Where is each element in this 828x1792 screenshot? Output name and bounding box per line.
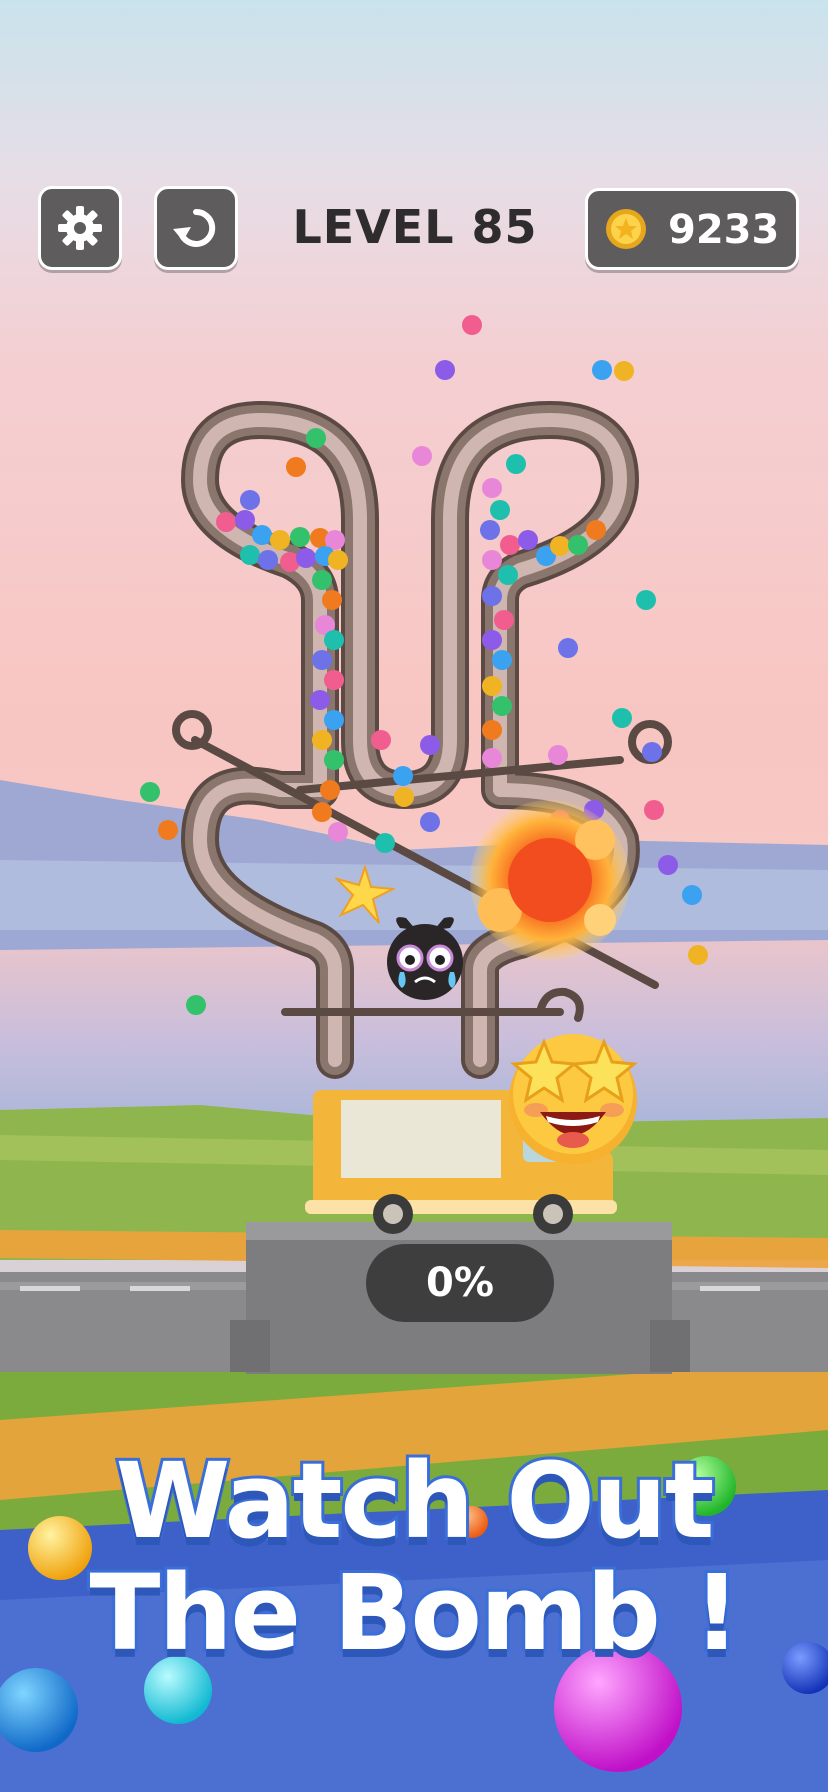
headline-line-2: The Bomb ! xyxy=(87,1549,744,1677)
ball xyxy=(296,548,316,568)
ball xyxy=(324,670,344,690)
ball xyxy=(462,315,482,335)
ball xyxy=(312,802,332,822)
ball xyxy=(592,360,612,380)
ball xyxy=(482,630,502,650)
level-title: LEVEL 85 xyxy=(292,200,538,254)
ball xyxy=(644,800,664,820)
ball xyxy=(490,500,510,520)
headline-line-1: Watch Out xyxy=(113,1437,718,1565)
ball xyxy=(216,512,236,532)
ball xyxy=(682,885,702,905)
ball xyxy=(235,510,255,530)
ball xyxy=(482,748,502,768)
ball xyxy=(612,708,632,728)
ball xyxy=(642,742,662,762)
ball xyxy=(270,530,290,550)
ball xyxy=(482,478,502,498)
ball xyxy=(322,590,342,610)
ball xyxy=(375,833,395,853)
ball xyxy=(393,766,413,786)
ball xyxy=(240,545,260,565)
ball xyxy=(492,696,512,716)
ball xyxy=(258,550,278,570)
ball xyxy=(558,638,578,658)
ball xyxy=(140,782,160,802)
coin-counter: 9233 xyxy=(585,188,799,270)
ball xyxy=(312,650,332,670)
ball xyxy=(492,650,512,670)
ball xyxy=(586,520,606,540)
ball xyxy=(371,730,391,750)
ball xyxy=(688,945,708,965)
ball xyxy=(324,710,344,730)
ball xyxy=(480,520,500,540)
ball xyxy=(494,610,514,630)
ball xyxy=(482,586,502,606)
ball xyxy=(482,676,502,696)
restart-button[interactable] xyxy=(154,186,238,270)
ball xyxy=(306,428,326,448)
ball xyxy=(328,550,348,570)
ball xyxy=(240,490,260,510)
game-scene: LEVEL 85 9233 0% Watch Out The Bomb ! xyxy=(0,0,828,1792)
ball xyxy=(482,550,502,570)
ball xyxy=(310,690,330,710)
progress-label: 0% xyxy=(426,1260,494,1306)
ball xyxy=(500,535,520,555)
ball xyxy=(286,457,306,477)
gear-icon xyxy=(58,206,102,250)
ball xyxy=(568,535,588,555)
ball xyxy=(518,530,538,550)
ball xyxy=(636,590,656,610)
settings-button[interactable] xyxy=(38,186,122,270)
ball xyxy=(412,446,432,466)
ball xyxy=(614,361,634,381)
ball xyxy=(252,525,272,545)
ball xyxy=(394,787,414,807)
ball xyxy=(320,780,340,800)
ball xyxy=(482,720,502,740)
progress-indicator: 0% xyxy=(366,1244,554,1322)
restart-icon xyxy=(173,208,216,247)
ball xyxy=(420,812,440,832)
ball xyxy=(420,735,440,755)
ball xyxy=(506,454,526,474)
ball xyxy=(435,360,455,380)
coin-icon xyxy=(606,209,646,249)
ball xyxy=(328,822,348,842)
ball xyxy=(312,730,332,750)
ball xyxy=(324,630,344,650)
ball xyxy=(324,750,344,770)
ball xyxy=(658,855,678,875)
headline-banner: Watch Out The Bomb ! xyxy=(0,1437,828,1677)
ball xyxy=(312,570,332,590)
ball xyxy=(550,536,570,556)
ball xyxy=(186,995,206,1015)
ball xyxy=(290,527,310,547)
coin-count: 9233 xyxy=(668,207,780,253)
star-eyes-emoji xyxy=(509,1034,638,1164)
ball xyxy=(158,820,178,840)
ball xyxy=(498,565,518,585)
explosion-burst xyxy=(470,800,630,960)
ball xyxy=(548,745,568,765)
bomb-character xyxy=(387,917,463,1000)
